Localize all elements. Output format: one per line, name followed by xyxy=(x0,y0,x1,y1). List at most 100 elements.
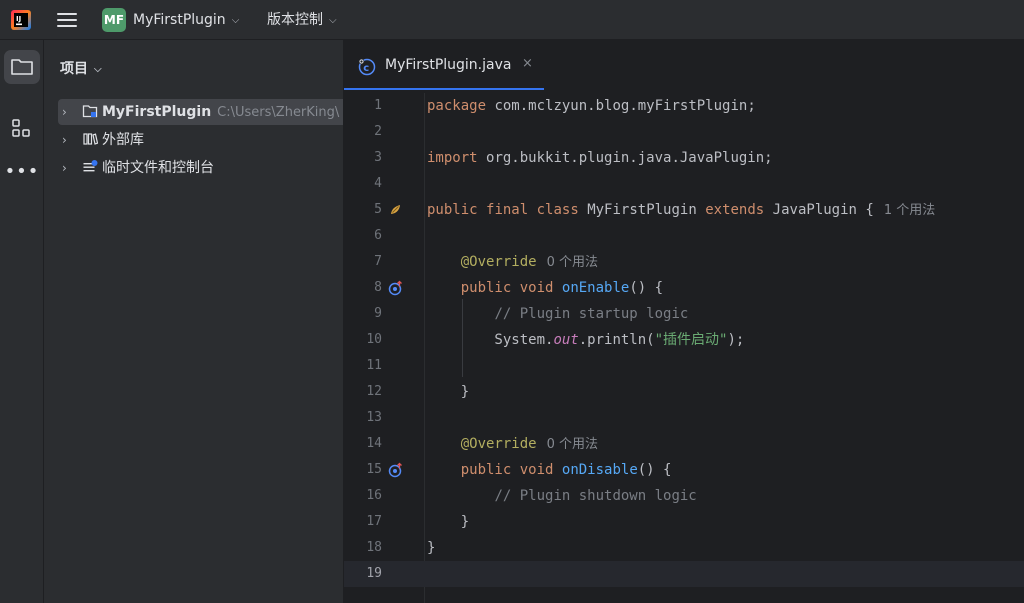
code-text: // Plugin startup logic xyxy=(427,301,688,327)
usages-hint[interactable]: 0 个用法 xyxy=(547,255,598,270)
line-number[interactable]: 12 xyxy=(344,379,382,405)
tree-item-scratches[interactable]: › 临时文件和控制台 xyxy=(58,155,343,181)
tree-item-external-libraries[interactable]: › 外部库 xyxy=(58,127,343,153)
code-line[interactable]: 1 package com.mclzyun.blog.myFirstPlugin; xyxy=(344,93,1024,119)
line-number[interactable]: 4 xyxy=(344,171,382,197)
code-token: onEnable xyxy=(561,280,630,296)
code-text: public final class MyFirstPlugin extends… xyxy=(427,197,935,224)
code-area[interactable]: 1 package com.mclzyun.blog.myFirstPlugin;… xyxy=(344,93,1024,603)
code-token: package xyxy=(427,98,487,114)
code-token: () { xyxy=(637,462,672,478)
close-icon[interactable]: × xyxy=(522,56,533,71)
code-token: } xyxy=(427,514,470,530)
chevron-right-icon[interactable]: › xyxy=(62,99,74,125)
code-line[interactable]: 15 public void onDisable() { xyxy=(344,457,1024,483)
code-line[interactable]: 6 xyxy=(344,223,1024,249)
code-text: @Override 0 个用法 xyxy=(427,431,598,458)
editor-tab-bar: c MyFirstPlugin.java × xyxy=(344,40,1024,90)
tab-label: MyFirstPlugin.java xyxy=(385,57,512,73)
project-selector[interactable]: MyFirstPlugin ⌵ xyxy=(133,9,239,31)
project-badge[interactable]: MF xyxy=(102,8,126,32)
tab-myfirstplugin-java[interactable]: c MyFirstPlugin.java × xyxy=(344,40,544,90)
code-line[interactable]: 19 xyxy=(344,561,1024,587)
code-text: } xyxy=(427,535,435,561)
code-token: void xyxy=(519,280,554,296)
vcs-label: 版本控制 xyxy=(267,12,323,28)
code-line[interactable]: 11 xyxy=(344,353,1024,379)
line-number[interactable]: 8 xyxy=(344,275,382,301)
code-token: JavaPlugin { xyxy=(772,202,874,218)
code-token: () { xyxy=(629,280,664,296)
module-folder-icon xyxy=(82,105,98,118)
code-line[interactable]: 14 @Override 0 个用法 xyxy=(344,431,1024,457)
code-text: public void onEnable() { xyxy=(427,275,663,301)
hamburger-menu-icon[interactable] xyxy=(56,10,78,30)
more-icon[interactable]: ••• xyxy=(4,158,40,192)
folder-icon xyxy=(11,59,33,75)
code-token: // Plugin startup logic xyxy=(494,306,689,322)
project-tool-button[interactable] xyxy=(4,50,40,84)
code-token: public xyxy=(427,202,478,218)
code-line[interactable]: 17 } xyxy=(344,509,1024,535)
code-token: class xyxy=(536,202,579,218)
line-number[interactable]: 1 xyxy=(344,93,382,119)
code-line[interactable]: 13 xyxy=(344,405,1024,431)
line-number[interactable]: 11 xyxy=(344,353,382,379)
scratches-icon xyxy=(83,160,98,172)
line-number[interactable]: 9 xyxy=(344,301,382,327)
structure-tool-button[interactable] xyxy=(4,112,40,146)
line-number[interactable]: 16 xyxy=(344,483,382,509)
code-token: com.mclzyun.blog.myFirstPlugin; xyxy=(494,98,756,114)
override-icon[interactable] xyxy=(388,280,404,296)
line-number[interactable]: 6 xyxy=(344,223,382,249)
code-text: import org.bukkit.plugin.java.JavaPlugin… xyxy=(427,145,773,171)
override-icon[interactable] xyxy=(388,462,404,478)
line-number[interactable]: 19 xyxy=(344,561,382,587)
code-token: @Override xyxy=(460,254,537,270)
code-line[interactable]: 12 } xyxy=(344,379,1024,405)
code-token: final xyxy=(486,202,529,218)
project-panel: 项目 ⌵ › MyFirstPlugin C:\Users\ZherKing\ › … xyxy=(44,40,344,603)
svg-text:c: c xyxy=(363,63,369,74)
code-line[interactable]: 4 xyxy=(344,171,1024,197)
panel-title[interactable]: 项目 ⌵ xyxy=(60,58,102,78)
code-line[interactable]: 3 import org.bukkit.plugin.java.JavaPlugi… xyxy=(344,145,1024,171)
line-number[interactable]: 7 xyxy=(344,249,382,275)
usages-hint[interactable]: 0 个用法 xyxy=(547,437,598,452)
line-number[interactable]: 17 xyxy=(344,509,382,535)
line-number[interactable]: 5 xyxy=(344,197,382,223)
code-token: ); xyxy=(727,332,745,348)
code-line[interactable]: 2 xyxy=(344,119,1024,145)
code-line[interactable]: 8 public void onEnable() { xyxy=(344,275,1024,301)
chevron-down-icon: ⌵ xyxy=(94,64,102,75)
tree-item-project-root[interactable]: › MyFirstPlugin C:\Users\ZherKing\ xyxy=(58,99,343,125)
code-editor: c MyFirstPlugin.java × 1 package com.mclz… xyxy=(344,40,1024,603)
vcs-menu[interactable]: 版本控制 ⌵ xyxy=(267,9,337,31)
line-number[interactable]: 2 xyxy=(344,119,382,145)
bean-icon[interactable] xyxy=(388,202,404,218)
line-number[interactable]: 14 xyxy=(344,431,382,457)
code-line[interactable]: 7 @Override 0 个用法 xyxy=(344,249,1024,275)
code-text: package com.mclzyun.blog.myFirstPlugin; xyxy=(427,93,756,119)
line-number[interactable]: 18 xyxy=(344,535,382,561)
chevron-right-icon[interactable]: › xyxy=(62,155,74,181)
code-line[interactable]: 5 public final class MyFirstPlugin extend… xyxy=(344,197,1024,223)
line-number[interactable]: 10 xyxy=(344,327,382,353)
project-name: MyFirstPlugin xyxy=(133,12,226,28)
line-number[interactable]: 13 xyxy=(344,405,382,431)
intellij-logo-icon[interactable]: IJ xyxy=(10,9,32,31)
code-line[interactable]: 9 // Plugin startup logic xyxy=(344,301,1024,327)
line-number[interactable]: 3 xyxy=(344,145,382,171)
code-line[interactable]: 18} xyxy=(344,535,1024,561)
usages-hint[interactable]: 1 个用法 xyxy=(884,203,935,218)
code-text: // Plugin shutdown logic xyxy=(427,483,696,509)
code-token: } xyxy=(427,540,436,556)
title-bar: IJ MF MyFirstPlugin ⌵ 版本控制 ⌵ xyxy=(0,0,1024,40)
chevron-right-icon[interactable]: › xyxy=(62,127,74,153)
code-line[interactable]: 16 // Plugin shutdown logic xyxy=(344,483,1024,509)
code-text: @Override 0 个用法 xyxy=(427,249,598,276)
line-number[interactable]: 15 xyxy=(344,457,382,483)
code-line[interactable]: 10 System.out.println("插件启动"); xyxy=(344,327,1024,353)
